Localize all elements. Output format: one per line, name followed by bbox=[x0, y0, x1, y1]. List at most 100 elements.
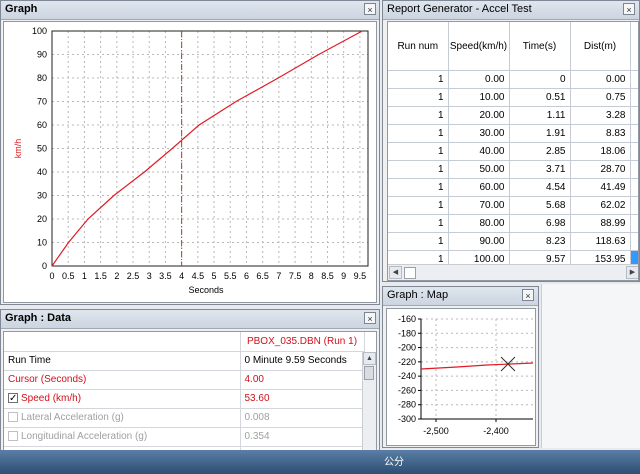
close-icon[interactable]: × bbox=[364, 3, 376, 15]
map-title: Graph : Map bbox=[387, 289, 449, 301]
scroll-right-icon[interactable]: ▶ bbox=[626, 266, 638, 279]
x-tick-label: 9 bbox=[341, 271, 346, 281]
y-tick-label: 40 bbox=[37, 167, 47, 177]
data-row[interactable]: Longitudinal Acceleration (g) 0.354 bbox=[4, 427, 365, 447]
x-axis-label: Seconds bbox=[188, 285, 224, 295]
graph-chart[interactable]: 10090807060504030201000 0.5 1 1.5 2 2.5 3 3.5 4 4… bbox=[4, 22, 376, 302]
cell-time: 0.51 bbox=[509, 88, 571, 107]
scroll-left-icon[interactable]: ◀ bbox=[389, 266, 402, 279]
y-axis-label: km/h bbox=[13, 139, 23, 159]
scroll-thumb[interactable] bbox=[364, 366, 374, 380]
table-row[interactable]: 1 10.00 0.51 0.75 bbox=[388, 88, 638, 107]
data-row[interactable]: Cursor (Seconds) 4.00 bbox=[4, 370, 365, 390]
x-tick-label: 7.5 bbox=[289, 271, 302, 281]
channel-checkbox[interactable]: ✓ bbox=[8, 393, 18, 404]
x-tick-label: 5.5 bbox=[224, 271, 237, 281]
report-header-row: Run num Speed(km/h) Time(s) Dist(m) bbox=[388, 22, 638, 71]
graph-titlebar[interactable]: Graph × bbox=[1, 1, 379, 20]
y-tick-label: 10 bbox=[37, 238, 47, 248]
data-row[interactable]: ✓ Speed (km/h) 53.60 bbox=[4, 389, 365, 409]
x-tick-label: 4.5 bbox=[192, 271, 205, 281]
data-header-blank bbox=[4, 332, 241, 352]
table-row[interactable]: 1 70.00 5.68 62.02 bbox=[388, 196, 638, 215]
x-tick-label: 0.5 bbox=[62, 271, 75, 281]
y-tick-label: 70 bbox=[37, 97, 47, 107]
table-row[interactable]: 1 30.00 1.91 8.83 bbox=[388, 124, 638, 143]
map-window: Graph : Map × -160 -180 -200 -220 -240 -260 -2… bbox=[382, 286, 539, 448]
data-row[interactable]: Lateral Acceleration (g) 0.008 bbox=[4, 408, 365, 428]
close-icon[interactable]: × bbox=[623, 3, 635, 15]
x-tick-label: 1 bbox=[82, 271, 87, 281]
file-header: PBOX_035.DBN (Run 1) bbox=[240, 332, 365, 352]
cell-run-num: 1 bbox=[388, 142, 449, 161]
cell-extra bbox=[630, 124, 638, 143]
data-header-row: PBOX_035.DBN (Run 1) bbox=[4, 332, 365, 352]
data-title: Graph : Data bbox=[5, 312, 72, 324]
cell-time: 6.98 bbox=[509, 214, 571, 233]
x-tick-label: -2,400 bbox=[483, 426, 509, 436]
map-plot-area[interactable]: -160 -180 -200 -220 -240 -260 -280 -300 -2,500 -2… bbox=[386, 308, 536, 446]
data-titlebar[interactable]: Graph : Data × bbox=[1, 310, 379, 329]
table-row[interactable]: 1 60.00 4.54 41.49 bbox=[388, 178, 638, 197]
column-header-speed[interactable]: Speed(km/h) bbox=[448, 22, 510, 71]
data-row-label-cell: Cursor (Seconds) bbox=[4, 370, 241, 390]
cell-speed: 0.00 bbox=[448, 70, 510, 89]
table-row[interactable]: 1 20.00 1.11 3.28 bbox=[388, 106, 638, 125]
data-row-value: 0.354 bbox=[240, 427, 365, 447]
report-table: Run num Speed(km/h) Time(s) Dist(m) 1 0.0… bbox=[388, 22, 638, 269]
cell-run-num: 1 bbox=[388, 106, 449, 125]
cell-time: 1.11 bbox=[509, 106, 571, 125]
cell-run-num: 1 bbox=[388, 70, 449, 89]
graph-plot-area[interactable]: 100 90 80 70 60 50 40 30 20 10 0 0 0.5 1 1.5 2 2.5 3 3.5 4 4… bbox=[3, 21, 377, 303]
cell-extra bbox=[630, 106, 638, 125]
cell-dist: 88.99 bbox=[570, 214, 631, 233]
cell-speed: 70.00 bbox=[448, 196, 510, 215]
y-tick-label: -240 bbox=[398, 371, 416, 381]
column-header-time[interactable]: Time(s) bbox=[509, 22, 571, 71]
data-row[interactable]: Run Time 0 Minute 9.59 Seconds bbox=[4, 351, 365, 371]
y-tick-label: -220 bbox=[398, 357, 416, 367]
x-tick-label: 8.5 bbox=[321, 271, 334, 281]
table-row[interactable]: 1 50.00 3.71 28.70 bbox=[388, 160, 638, 179]
close-icon[interactable]: × bbox=[522, 289, 534, 301]
report-titlebar[interactable]: Report Generator - Accel Test × bbox=[383, 1, 639, 20]
y-tick-label: 60 bbox=[37, 120, 47, 130]
cell-speed: 30.00 bbox=[448, 124, 510, 143]
x-tick-label: 8 bbox=[309, 271, 314, 281]
cell-dist: 28.70 bbox=[570, 160, 631, 179]
close-icon[interactable]: × bbox=[364, 312, 376, 324]
cell-run-num: 1 bbox=[388, 232, 449, 251]
channel-checkbox[interactable] bbox=[8, 412, 18, 423]
data-row-value: 0.008 bbox=[240, 408, 365, 428]
cell-time: 2.85 bbox=[509, 142, 571, 161]
table-row[interactable]: 1 40.00 2.85 18.06 bbox=[388, 142, 638, 161]
data-row-label: Lateral Acceleration (g) bbox=[21, 412, 124, 423]
table-row[interactable]: 1 80.00 6.98 88.99 bbox=[388, 214, 638, 233]
ime-indicator[interactable]: 公分 bbox=[384, 453, 404, 468]
scroll-up-icon[interactable]: ▲ bbox=[363, 352, 376, 365]
cell-run-num: 1 bbox=[388, 88, 449, 107]
cell-dist: 3.28 bbox=[570, 106, 631, 125]
background-panel bbox=[541, 284, 640, 448]
cell-run-num: 1 bbox=[388, 196, 449, 215]
table-row[interactable]: 1 0.00 0 0.00 bbox=[388, 70, 638, 89]
y-tick-label: 30 bbox=[37, 191, 47, 201]
column-header-dist[interactable]: Dist(m) bbox=[570, 22, 631, 71]
cell-time: 3.71 bbox=[509, 160, 571, 179]
scroll-thumb[interactable] bbox=[404, 267, 416, 279]
x-tick-label: 0 bbox=[49, 271, 54, 281]
column-header-run-num[interactable]: Run num bbox=[388, 22, 449, 71]
map-titlebar[interactable]: Graph : Map × bbox=[383, 287, 538, 306]
channel-checkbox[interactable] bbox=[8, 431, 18, 442]
table-row[interactable]: 1 90.00 8.23 118.63 bbox=[388, 232, 638, 251]
y-tick-label: -300 bbox=[398, 414, 416, 424]
report-horizontal-scrollbar[interactable]: ◀ ▶ bbox=[388, 264, 638, 280]
x-tick-label: 9.5 bbox=[354, 271, 367, 281]
data-row-label: Run Time bbox=[8, 355, 51, 366]
x-tick-label: 6 bbox=[244, 271, 249, 281]
report-table-panel: Run num Speed(km/h) Time(s) Dist(m) 1 0.0… bbox=[387, 21, 639, 281]
cell-speed: 40.00 bbox=[448, 142, 510, 161]
cell-dist: 8.83 bbox=[570, 124, 631, 143]
column-header-extra bbox=[630, 22, 638, 71]
map-chart[interactable]: -160 -180 -200 -220 -240 -260 -280 -300 -2,500 -2… bbox=[387, 309, 535, 445]
